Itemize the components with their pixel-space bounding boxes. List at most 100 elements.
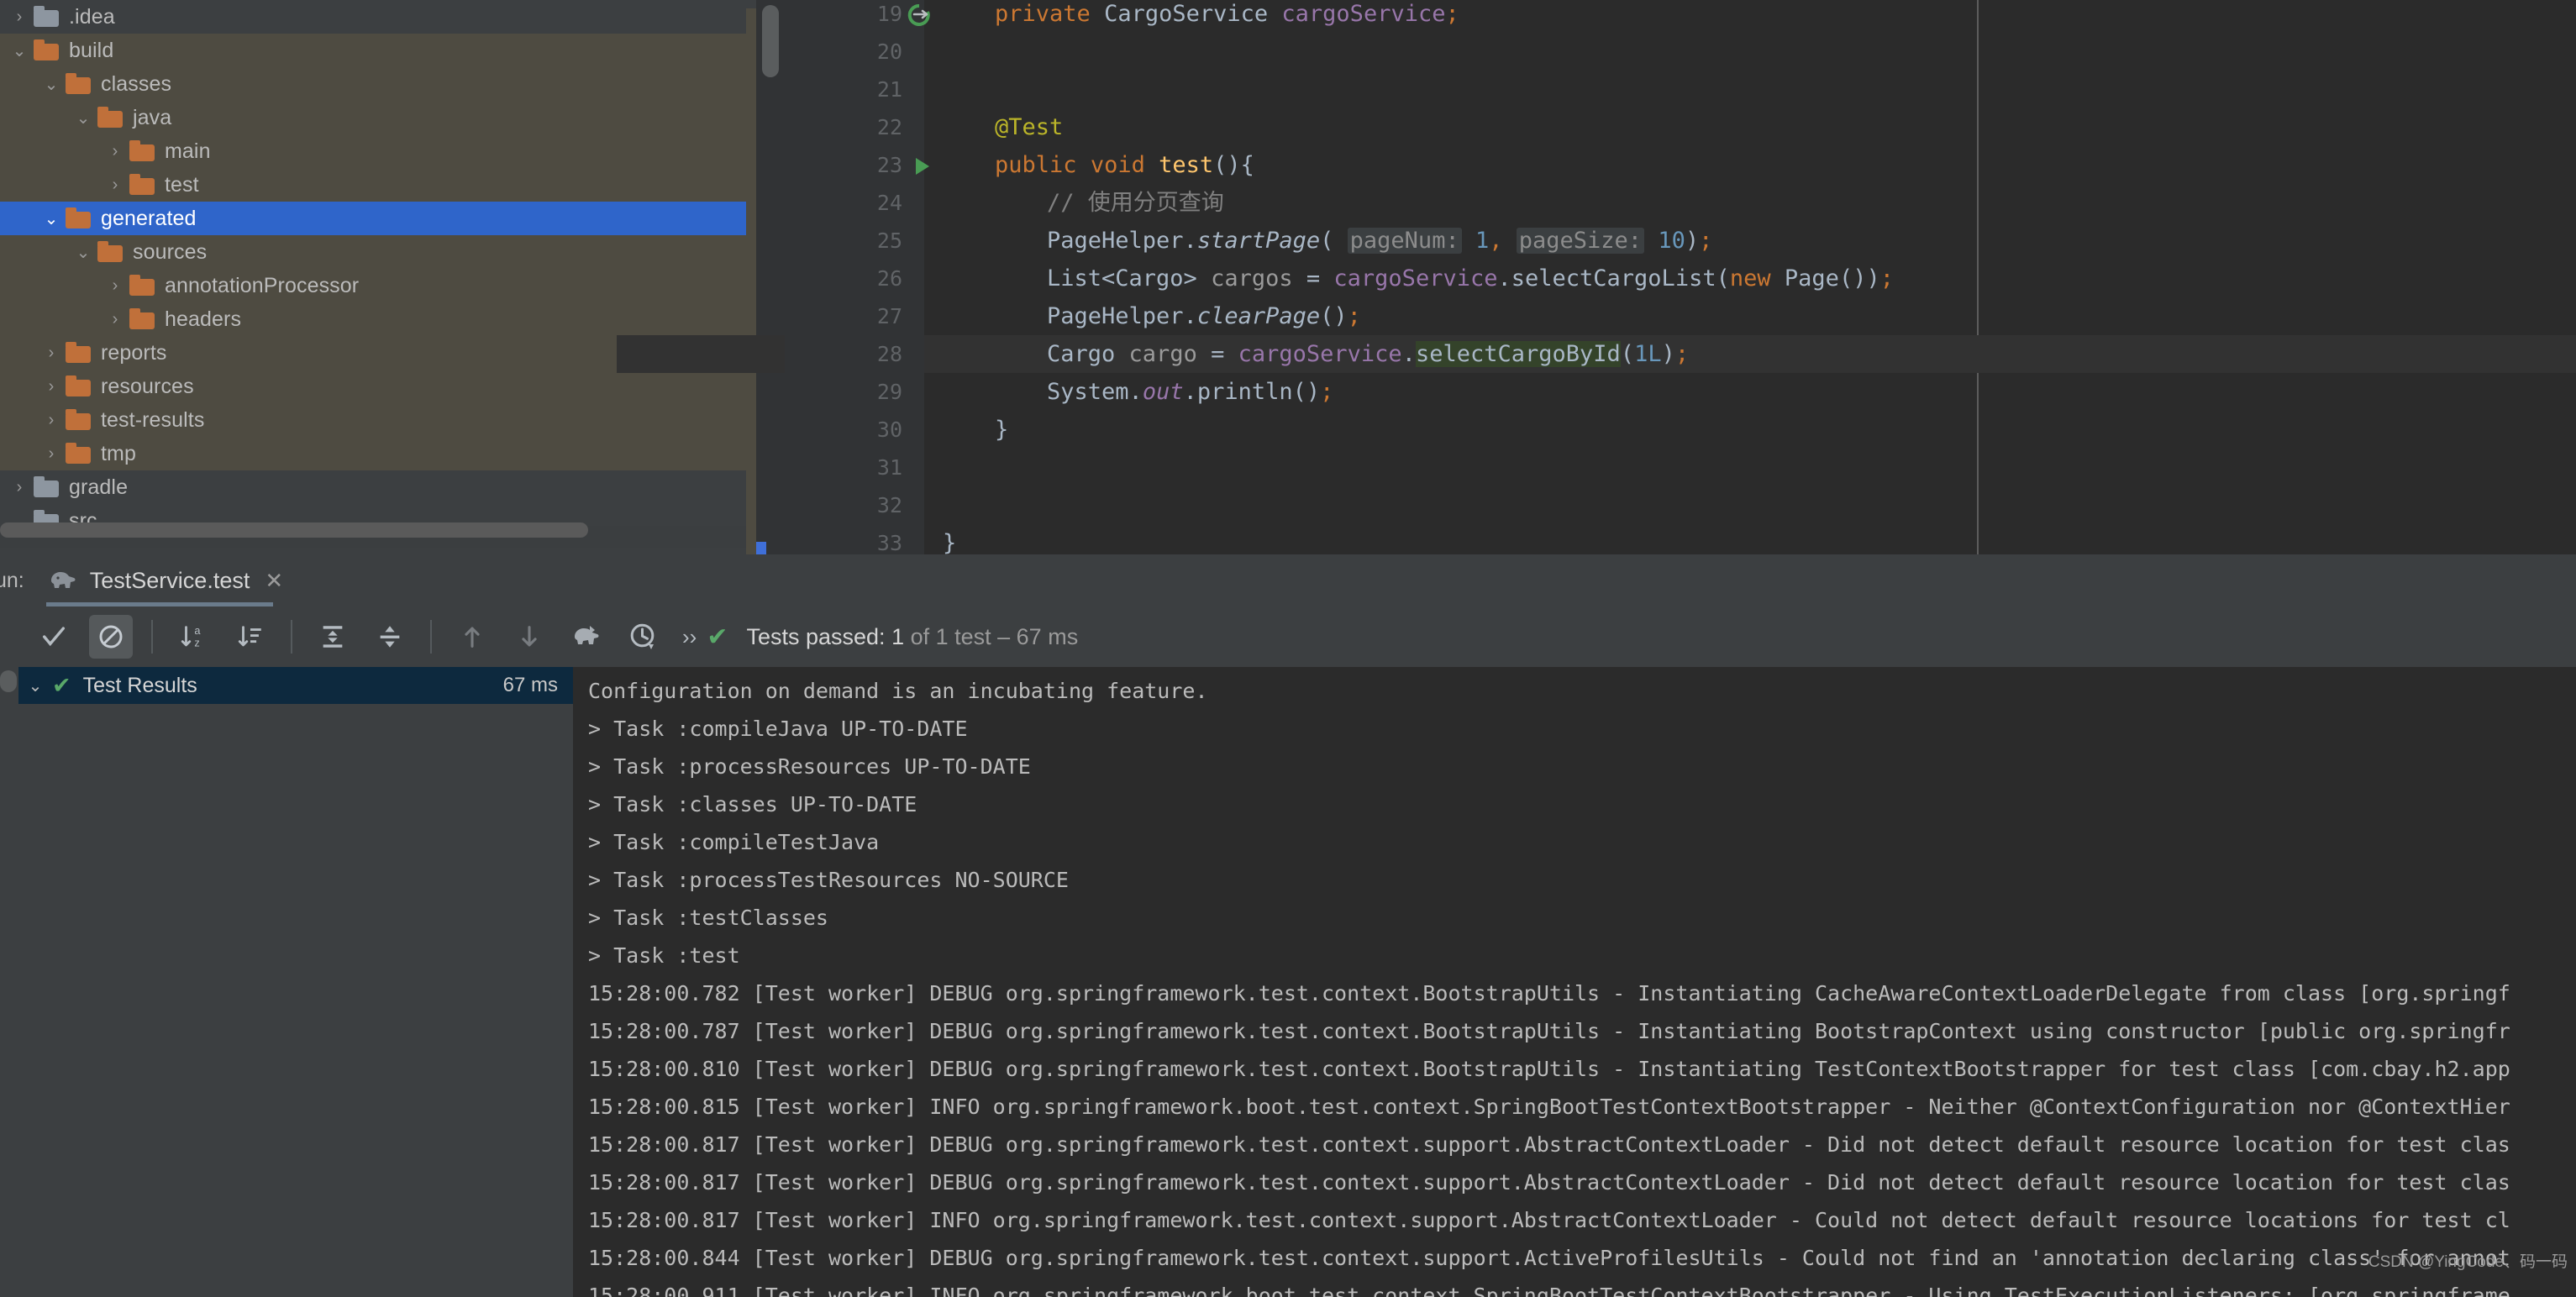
chevron-right-icon[interactable]: › (104, 310, 126, 329)
tree-item-label: resources (101, 374, 194, 398)
console-log-line: > Task :test (588, 943, 740, 968)
run-window-label: un: (0, 568, 24, 592)
rerun-with-gradle-icon[interactable] (565, 615, 608, 659)
chevron-right-icon[interactable]: › (40, 344, 62, 363)
console-log-line: > Task :classes UP-TO-DATE (588, 792, 917, 817)
chevron-down-icon[interactable]: ⌄ (72, 242, 94, 263)
project-tree-sidebar[interactable]: › .idea ⌄ build ⌄ classes ⌄ java › main › test ⌄ gene… (0, 0, 756, 554)
test-results-root-row[interactable]: ⌄ ✔ Test Results 67 ms (18, 667, 573, 704)
toolbar-overflow-chevron[interactable]: ›› (682, 624, 697, 650)
toolbar-separator-2 (291, 620, 292, 654)
code-line[interactable]: } (995, 411, 1008, 449)
run-tab-testservice-test[interactable]: TestService.test ✕ (34, 554, 297, 606)
test-runner-toolbar: az ›› ✔ Tests passed: 1 of 1 test – 67 m… (0, 606, 2576, 667)
chevron-right-icon[interactable]: › (104, 276, 126, 296)
tree-item-java[interactable]: ⌄ java (0, 101, 756, 134)
folder-icon (129, 174, 155, 195)
code-line[interactable]: private CargoService cargoService; (995, 0, 1459, 33)
sort-by-duration-icon[interactable] (229, 615, 272, 659)
chevron-down-icon[interactable]: ⌄ (18, 675, 52, 696)
test-results-duration: 67 ms (502, 674, 558, 696)
code-line[interactable]: Cargo cargo = cargoService.selectCargoBy… (1047, 335, 1689, 373)
tree-item-resources[interactable]: › resources (0, 370, 756, 403)
line-number: 29 (876, 380, 902, 404)
tree-item-label: .idea (69, 4, 115, 29)
folder-icon (129, 308, 155, 329)
tree-item-classes[interactable]: ⌄ classes (0, 67, 756, 101)
tree-item-sources[interactable]: ⌄ sources (0, 235, 756, 269)
chevron-down-icon[interactable]: ⌄ (40, 208, 62, 229)
tree-item-label: sources (133, 239, 208, 264)
collapse-all-icon[interactable] (368, 615, 412, 659)
code-line[interactable]: } (943, 524, 956, 554)
sort-alphabetically-icon[interactable]: az (171, 615, 215, 659)
tree-item-label: gradle (69, 475, 129, 499)
chevron-right-icon[interactable]: › (40, 444, 62, 464)
code-editor[interactable]: 19 20 21 22 23 24 25 26 27 28 29 30 31 32 33 private C… (617, 0, 2576, 555)
tree-item-label: headers (165, 307, 242, 331)
svg-text:z: z (194, 636, 199, 648)
editor-vscrollbar-track[interactable] (756, 0, 785, 555)
next-failed-test-icon[interactable] (507, 615, 551, 659)
folder-icon (66, 207, 91, 228)
sidebar-hscroll-track[interactable] (0, 522, 756, 548)
chevron-right-icon[interactable]: › (104, 142, 126, 161)
chevron-right-icon[interactable]: › (8, 8, 30, 27)
code-line[interactable]: public void test(){ (995, 146, 1254, 184)
chevron-down-icon[interactable]: ⌄ (8, 40, 30, 61)
editor-marker-blue (756, 542, 766, 555)
editor-gutter[interactable]: 19 20 21 22 23 24 25 26 27 28 29 30 31 32 33 (617, 0, 930, 555)
gradle-elephant-icon (48, 569, 78, 592)
tree-item-generated[interactable]: ⌄ generated (0, 202, 756, 235)
console-log-line: 15:28:00.844 [Test worker] DEBUG org.spr… (588, 1246, 2510, 1270)
project-tree[interactable]: › .idea ⌄ build ⌄ classes ⌄ java › main › test ⌄ gene… (0, 0, 756, 538)
editor-code-area[interactable]: private CargoService cargoService; @Test p… (924, 0, 2576, 554)
tree-item-test-results[interactable]: › test-results (0, 403, 756, 437)
current-line-highlight (617, 335, 785, 373)
code-line[interactable]: @Test (995, 108, 1063, 146)
code-line[interactable]: List<Cargo> cargos = cargoService.select… (1047, 260, 1894, 297)
editor-vscrollbar-thumb[interactable] (762, 5, 779, 77)
chevron-down-icon[interactable]: ⌄ (40, 74, 62, 95)
chevron-down-icon[interactable]: ⌄ (72, 108, 94, 129)
tree-item-tmp[interactable]: › tmp (0, 437, 756, 470)
folder-icon (66, 443, 91, 464)
code-line[interactable]: System.out.println(); (1047, 373, 1333, 411)
hide-ignored-icon[interactable] (89, 615, 133, 659)
chevron-right-icon[interactable]: › (8, 478, 30, 497)
tree-item-headers[interactable]: › headers (0, 302, 756, 336)
results-scrollbar-thumb[interactable] (0, 670, 17, 692)
folder-icon (66, 409, 91, 430)
code-line[interactable]: // 使用分页查询 (1047, 184, 1224, 222)
close-icon[interactable]: ✕ (265, 570, 283, 591)
results-left-scrollbar[interactable] (0, 667, 18, 1297)
tree-item-annotationprocessor[interactable]: › annotationProcessor (0, 269, 756, 302)
tree-item-label: main (165, 139, 211, 163)
chevron-right-icon[interactable]: › (104, 176, 126, 195)
test-results-tree[interactable]: ⌄ ✔ Test Results 67 ms (18, 667, 573, 1297)
tree-item-test[interactable]: › test (0, 168, 756, 202)
run-tool-window: un: TestService.test ✕ a z ›› ✔ Tests pa… (0, 554, 2576, 1297)
code-line[interactable]: PageHelper.clearPage(); (1047, 297, 1361, 335)
line-number: 23 (876, 153, 902, 177)
toolbar-separator-3 (430, 620, 432, 654)
folder-icon (66, 375, 91, 396)
console-log-line: > Task :processTestResources NO-SOURCE (588, 868, 1069, 892)
expand-all-icon[interactable] (311, 615, 355, 659)
chevron-right-icon[interactable]: › (40, 411, 62, 430)
tree-item-main[interactable]: › main (0, 134, 756, 168)
code-line[interactable]: PageHelper.startPage( pageNum: 1, pageSi… (1047, 222, 1712, 260)
tree-item-gradle[interactable]: › gradle (0, 470, 756, 504)
tree-item-.idea[interactable]: › .idea (0, 0, 756, 34)
gradle-console-output[interactable]: 15:28:00.920 [Test worker] DEBUG org.tes… (573, 667, 2576, 1297)
chevron-right-icon[interactable]: › (40, 377, 62, 396)
test-history-icon[interactable] (622, 615, 665, 659)
previous-failed-test-icon[interactable] (450, 615, 494, 659)
line-number: 20 (876, 39, 902, 64)
tests-passed-status: Tests passed: 1 of 1 test – 67 ms (746, 624, 1078, 650)
show-passed-icon[interactable] (32, 615, 76, 659)
tree-item-build[interactable]: ⌄ build (0, 34, 756, 67)
right-margin-guide (1977, 0, 1979, 554)
sidebar-hscroll-thumb[interactable] (0, 522, 588, 538)
line-number: 25 (876, 228, 902, 253)
